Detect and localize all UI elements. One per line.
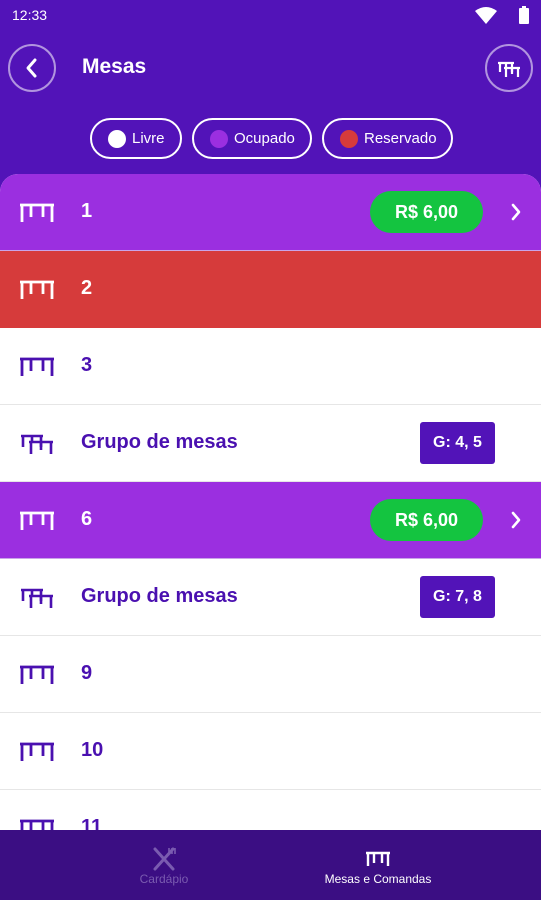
fork-knife-icon: [153, 847, 176, 871]
table-label: 1: [81, 200, 93, 222]
legend-chip-ocupado[interactable]: Ocupado: [192, 118, 312, 159]
table-icon: [20, 511, 54, 530]
tables-button[interactable]: [485, 44, 533, 92]
chevron-right-icon[interactable]: [506, 509, 526, 531]
table-label: 3: [81, 354, 93, 376]
table-row[interactable]: 10: [0, 713, 541, 790]
nav-item-cardapio[interactable]: Cardápio: [64, 830, 264, 900]
nav-label-mesas: Mesas e Comandas: [324, 872, 432, 886]
legend-dot-reservado: [340, 129, 358, 148]
legend-label-reservado: Reservado: [364, 130, 437, 147]
table-group-icon: [21, 588, 53, 608]
table-group-badge: G: 4, 5: [420, 422, 495, 464]
table-row[interactable]: 11: [0, 790, 541, 830]
table-icon: [20, 203, 54, 222]
table-row[interactable]: 9: [0, 636, 541, 713]
legend-label-ocupado: Ocupado: [234, 130, 295, 147]
table-icon: [20, 665, 54, 684]
legend-dot-ocupado: [210, 129, 228, 148]
table-label: 11: [81, 816, 103, 830]
nav-item-mesas[interactable]: Mesas e Comandas: [278, 830, 478, 900]
status-time: 12:33: [12, 7, 48, 23]
table-label: 2: [81, 277, 93, 299]
table-label: 6: [81, 508, 93, 530]
chevron-left-icon: [26, 58, 37, 78]
back-button[interactable]: [8, 44, 56, 92]
table-icon: [20, 357, 54, 376]
nav-label-cardapio: Cardápio: [139, 872, 189, 886]
table-row[interactable]: 2: [0, 251, 541, 328]
chevron-right-icon[interactable]: [506, 201, 526, 223]
table-row[interactable]: 6 R$ 6,00: [0, 482, 541, 559]
legend-chip-reservado[interactable]: Reservado: [322, 118, 453, 159]
table-icon: [20, 280, 54, 299]
table-row[interactable]: 1 R$ 6,00: [0, 174, 541, 251]
header: 12:33 Mesas Livre Ocupado Reservado: [0, 0, 541, 200]
table-group-badge: G: 7, 8: [420, 576, 495, 618]
legend-label-livre: Livre: [132, 130, 165, 147]
table-label: Grupo de mesas: [81, 585, 238, 607]
legend-chip-livre[interactable]: Livre: [90, 118, 182, 159]
battery-icon: [519, 6, 529, 24]
table-icon: [366, 851, 390, 866]
table-label: 10: [81, 739, 104, 761]
table-label: 9: [81, 662, 93, 684]
page-title: Mesas: [82, 55, 147, 78]
table-icon: [20, 819, 54, 830]
table-row[interactable]: 3: [0, 328, 541, 405]
bottom-nav: Cardápio Mesas e Comandas: [0, 830, 541, 900]
table-list: 1 R$ 6,00 2 3 Grupo de mesas G: 4, 5 6 R$ 6,00 G…: [0, 174, 541, 830]
legend-dot-livre: [108, 129, 126, 148]
table-group-icon: [498, 61, 520, 77]
table-group-icon: [21, 434, 53, 454]
status-legend: Livre Ocupado Reservado: [0, 118, 541, 160]
table-amount-badge: R$ 6,00: [370, 499, 483, 541]
status-bar: 12:33: [0, 0, 541, 32]
table-row[interactable]: Grupo de mesas G: 4, 5: [0, 405, 541, 482]
table-icon: [20, 742, 54, 761]
table-row[interactable]: Grupo de mesas G: 7, 8: [0, 559, 541, 636]
table-label: Grupo de mesas: [81, 431, 238, 453]
table-amount-badge: R$ 6,00: [370, 191, 483, 233]
wifi-icon: [475, 7, 497, 24]
